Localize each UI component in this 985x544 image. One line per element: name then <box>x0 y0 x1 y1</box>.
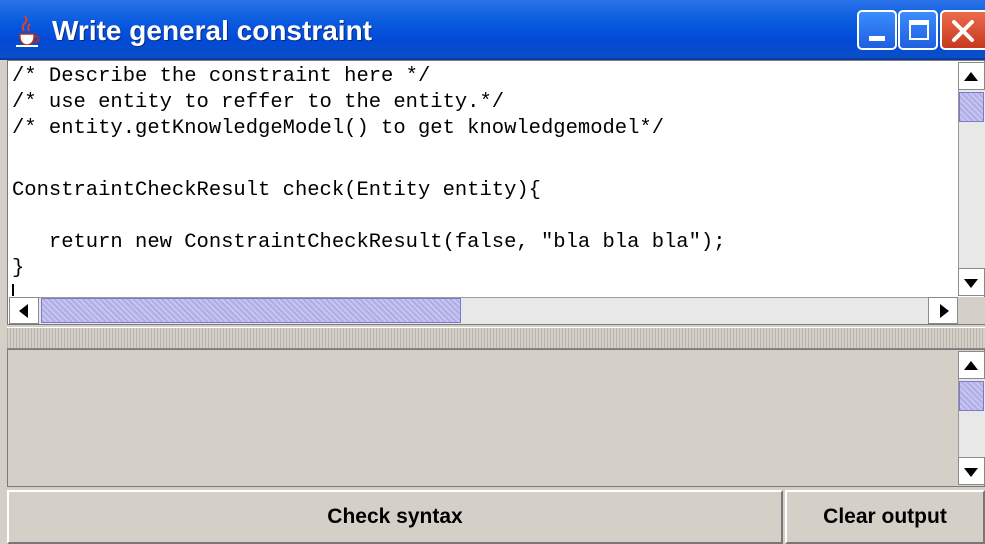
arrow-right-icon <box>940 304 949 318</box>
output-vertical-scroll-thumb[interactable] <box>959 381 984 411</box>
minimize-icon <box>869 36 885 41</box>
minimize-button[interactable] <box>857 10 897 50</box>
split-pane-divider[interactable] <box>7 327 985 349</box>
close-button[interactable] <box>940 10 985 50</box>
output-scroll-down-button[interactable] <box>958 457 985 485</box>
code-line: ConstraintCheckResult check(Entity entit… <box>12 179 541 202</box>
scroll-left-button[interactable] <box>9 297 39 324</box>
editor-vertical-scroll-thumb[interactable] <box>959 92 984 122</box>
code-line: /* Describe the constraint here */ <box>12 65 431 88</box>
arrow-down-icon <box>964 468 978 477</box>
editor-horizontal-scroll-thumb[interactable] <box>41 298 461 323</box>
check-syntax-button[interactable]: Check syntax <box>7 490 783 544</box>
code-editor[interactable]: /* Describe the constraint here */ /* us… <box>9 62 957 296</box>
scroll-right-button[interactable] <box>928 297 958 324</box>
code-line: } <box>12 257 25 280</box>
java-cup-icon <box>10 14 44 48</box>
arrow-down-icon <box>964 279 978 288</box>
scroll-down-button[interactable] <box>958 268 985 296</box>
maximize-button[interactable] <box>898 10 938 50</box>
output-area[interactable] <box>9 351 957 485</box>
output-scroll-up-button[interactable] <box>958 351 985 379</box>
arrow-up-icon <box>964 72 978 81</box>
code-line: /* entity.getKnowledgeModel() to get kno… <box>12 117 665 140</box>
code-line: /* use entity to reffer to the entity.*/ <box>12 91 505 114</box>
arrow-up-icon <box>964 361 978 370</box>
code-line: return new ConstraintCheckResult(false, … <box>12 231 726 254</box>
window-title: Write general constraint <box>52 15 373 46</box>
close-icon <box>952 20 974 42</box>
clear-output-button[interactable]: Clear output <box>785 490 985 544</box>
arrow-left-icon <box>19 304 28 318</box>
scroll-up-button[interactable] <box>958 62 985 90</box>
text-cursor <box>12 284 14 296</box>
scroll-corner <box>958 297 985 324</box>
maximize-icon <box>909 20 929 40</box>
